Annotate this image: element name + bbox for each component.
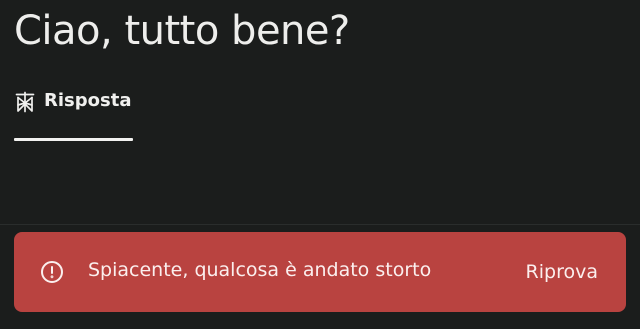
error-message: Spiacente, qualcosa è andato storto bbox=[88, 259, 432, 281]
tab-label: Risposta bbox=[44, 90, 132, 111]
answer-icon bbox=[15, 91, 35, 113]
error-banner: Spiacente, qualcosa è andato storto Ripr… bbox=[14, 232, 626, 312]
tabs-divider bbox=[0, 224, 640, 225]
alert-circle-icon bbox=[41, 261, 63, 283]
active-tab-indicator bbox=[14, 138, 133, 141]
retry-button[interactable]: Riprova bbox=[512, 252, 612, 292]
query-title: Ciao, tutto bene? bbox=[14, 8, 350, 54]
tab-risposta[interactable]: Risposta bbox=[14, 84, 133, 142]
result-tabs: Risposta bbox=[0, 84, 640, 225]
